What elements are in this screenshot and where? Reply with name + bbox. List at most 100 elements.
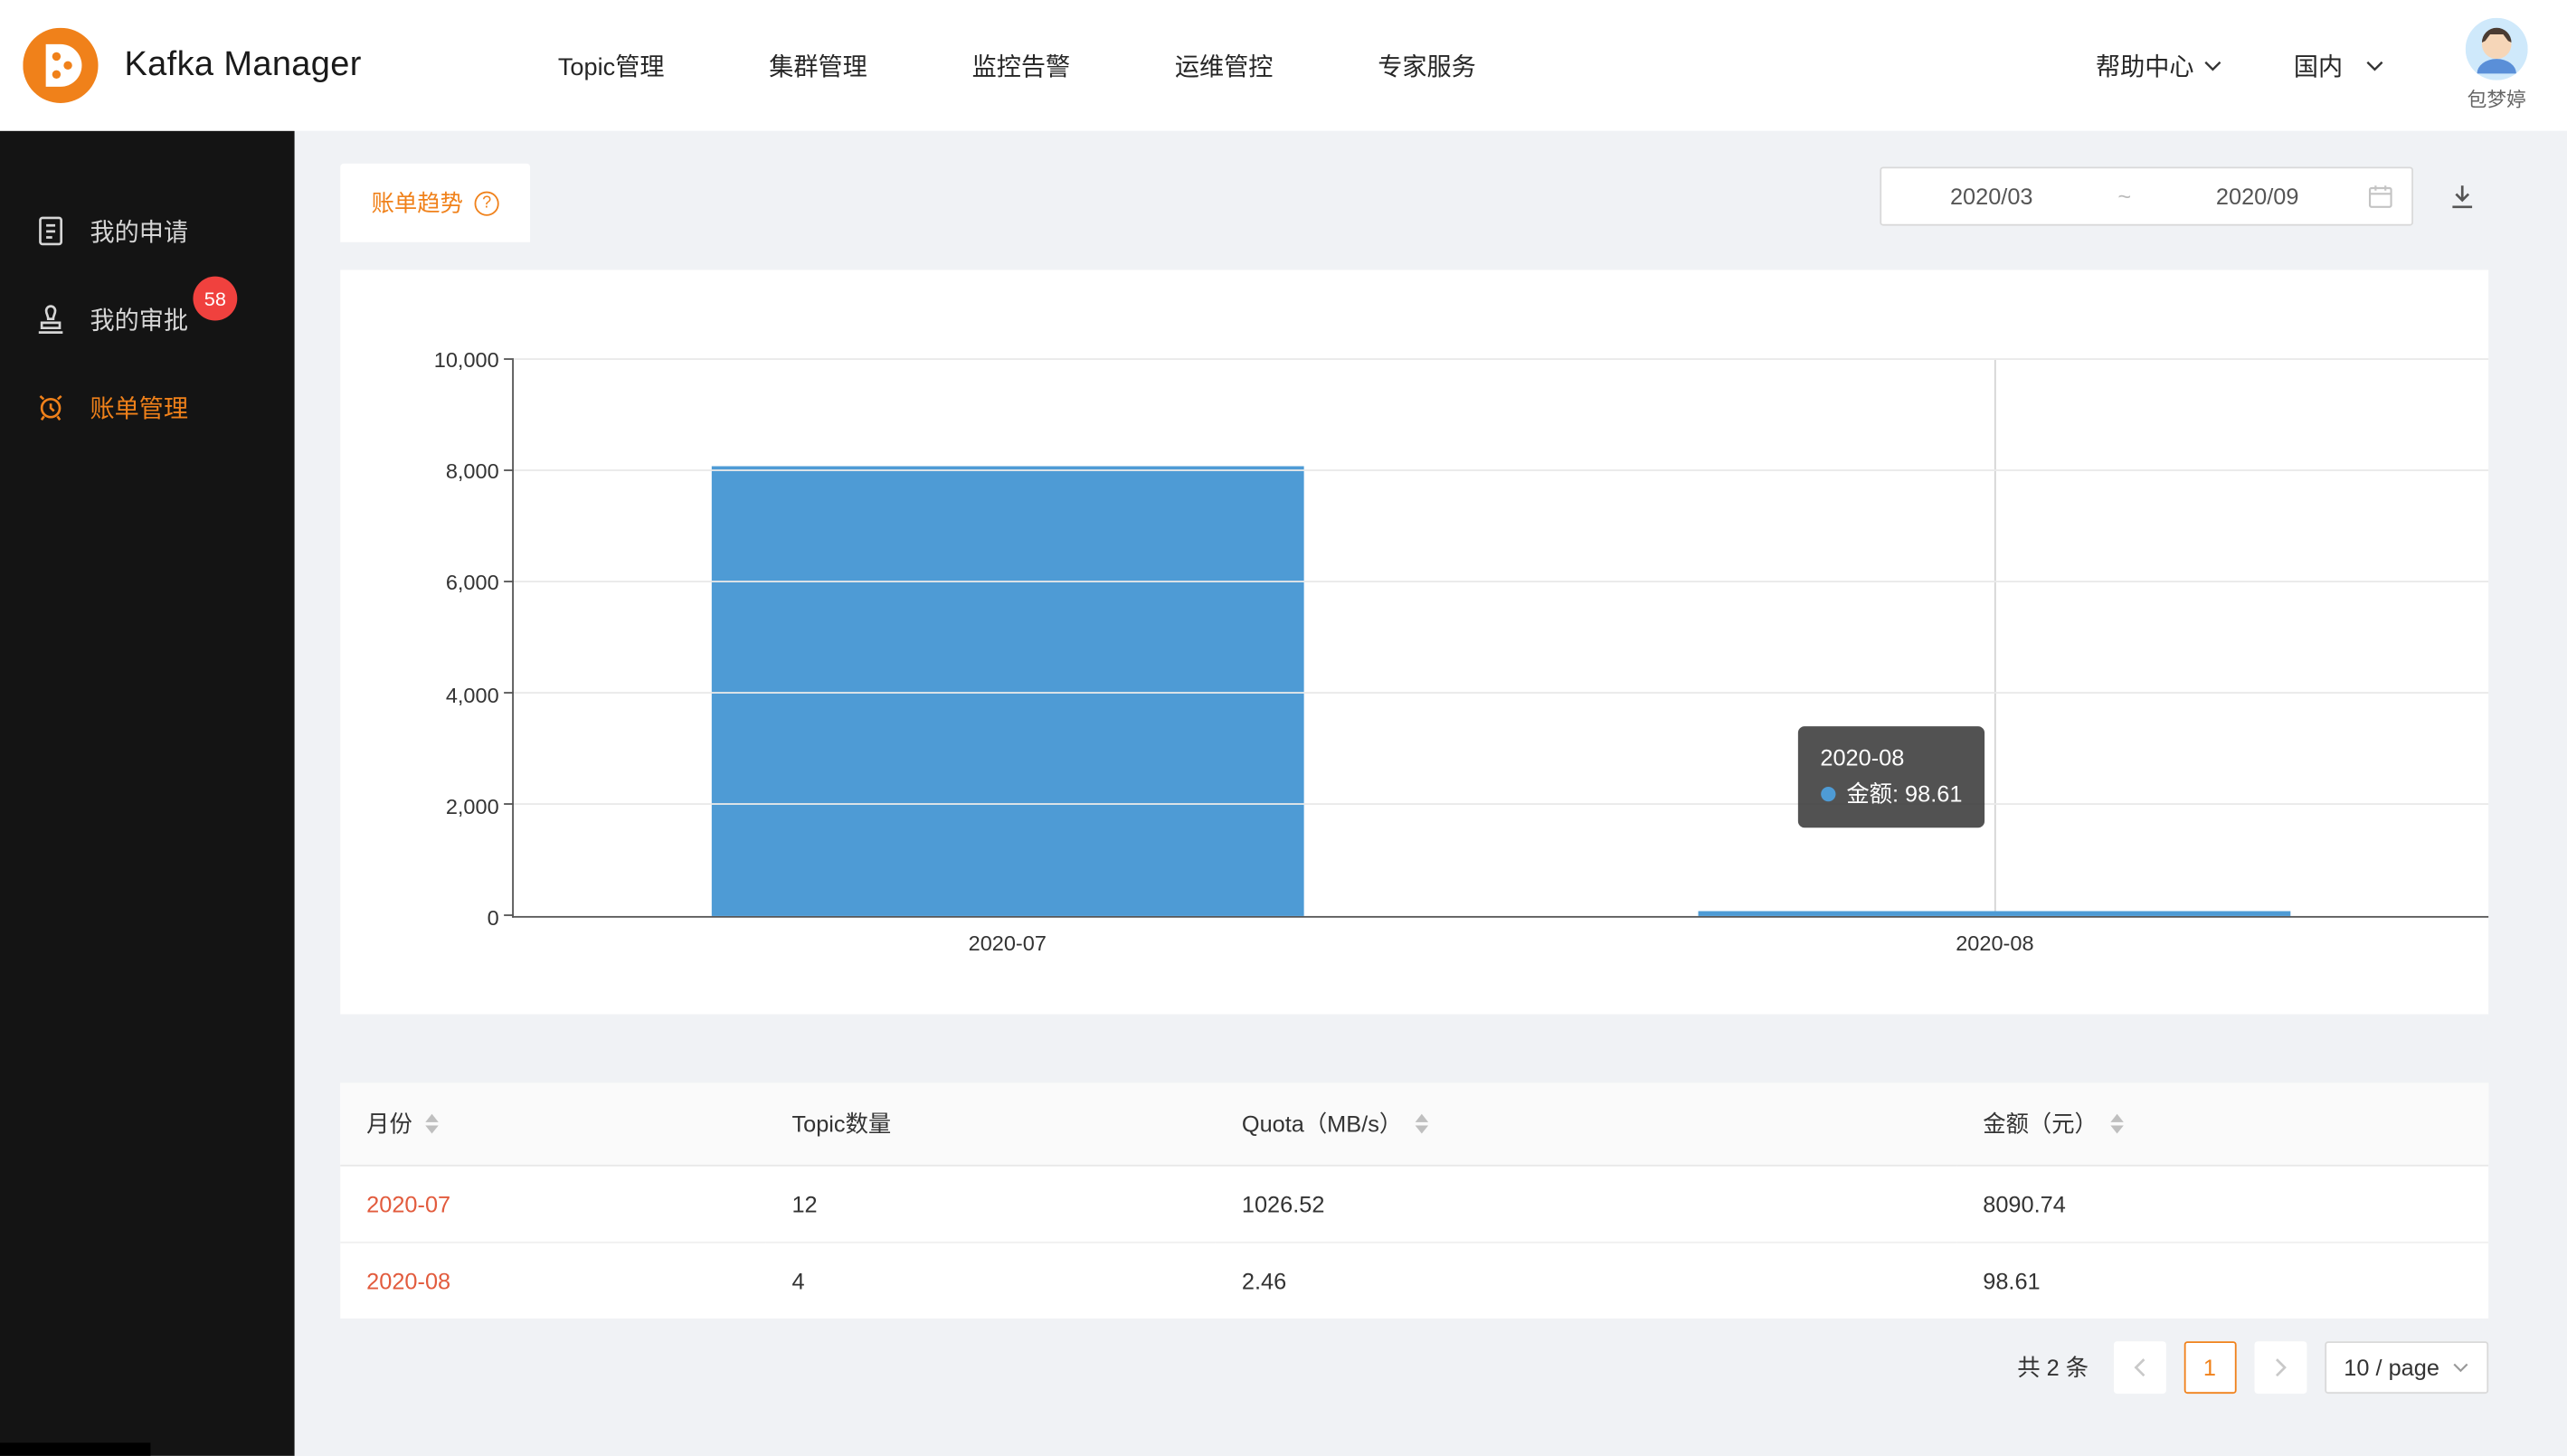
sidebar-item-billing-management[interactable]: 账单管理: [0, 364, 295, 452]
next-page-button[interactable]: [2254, 1341, 2307, 1394]
amount-cell: 98.61: [1956, 1243, 2488, 1319]
app-title: Kafka Manager: [124, 46, 361, 85]
nav-ops-control[interactable]: 运维管控: [1175, 48, 1274, 82]
tab-bill-trend[interactable]: 账单趋势: [340, 164, 530, 242]
download-button[interactable]: [2436, 170, 2488, 222]
y-tick-mark: [504, 581, 514, 582]
column-header-topic-count: Topic数量: [766, 1083, 1216, 1165]
kafka-manager-app: Kafka Manager Topic管理 集群管理 监控告警 运维管控 专家服…: [0, 0, 2567, 1456]
main-content: 账单趋势 2020/03 ~ 2020/09 0 2,000 4,000 6,000 8…: [295, 131, 2567, 1456]
tab-label: 账单趋势: [372, 186, 463, 219]
sidebar: 我的申请 我的审批 58 账单管理: [0, 131, 295, 1456]
column-header-quota[interactable]: Quota（MB/s）: [1216, 1083, 1956, 1165]
sidebar-item-my-approvals[interactable]: 我的审批 58: [0, 275, 295, 364]
bill-trend-chart-card: 02,0004,0006,0008,00010,000 2020-072020-…: [340, 269, 2488, 1014]
month-link[interactable]: 2020-07: [366, 1191, 450, 1217]
avatar: [2466, 18, 2528, 80]
column-header-month[interactable]: 月份: [340, 1083, 765, 1165]
sort-icon[interactable]: [425, 1114, 438, 1134]
quota-cell: 2.46: [1216, 1243, 1956, 1319]
help-question-icon[interactable]: [475, 191, 499, 215]
y-axis-label: 10,000: [434, 347, 499, 372]
y-axis-label: 8,000: [446, 459, 499, 484]
sidebar-item-my-applications[interactable]: 我的申请: [0, 186, 295, 275]
date-separator: ~: [2101, 184, 2147, 210]
gridline: [514, 803, 2488, 805]
topic-count-cell: 4: [766, 1243, 1216, 1319]
y-tick-mark: [504, 469, 514, 471]
region-select[interactable]: 国内: [2294, 48, 2384, 82]
table-row: 2020-08 4 2.46 98.61: [340, 1243, 2488, 1319]
sidebar-item-label: 我的申请: [90, 213, 188, 248]
y-tick-mark: [504, 803, 514, 805]
billing-icon: [33, 389, 69, 425]
gridline: [514, 358, 2488, 360]
help-center-label: 帮助中心: [2096, 48, 2194, 82]
tooltip-value: 金额: 98.61: [1846, 777, 1962, 812]
bar-2020-08[interactable]: [1699, 911, 2291, 916]
page-1-button[interactable]: 1: [2183, 1341, 2236, 1394]
help-center-link[interactable]: 帮助中心: [2096, 48, 2221, 82]
brand-logo-icon[interactable]: [23, 28, 98, 103]
y-tick-mark: [504, 914, 514, 916]
gridline: [514, 469, 2488, 471]
chart-tooltip: 2020-08 金额: 98.61: [1797, 727, 1985, 827]
top-header: Kafka Manager Topic管理 集群管理 监控告警 运维管控 专家服…: [0, 0, 2567, 131]
month-link[interactable]: 2020-08: [366, 1268, 450, 1294]
sort-icon[interactable]: [2110, 1114, 2123, 1134]
x-axis-label: 2020-08: [1501, 931, 2489, 955]
chevron-down-icon: [2452, 1363, 2468, 1373]
nav-monitor-alert[interactable]: 监控告警: [972, 48, 1071, 82]
table-header-row: 月份 Topic数量 Quota（MB/s） 金额（元）: [340, 1083, 2488, 1165]
username: 包梦婷: [2468, 85, 2526, 113]
nav-expert-service[interactable]: 专家服务: [1378, 48, 1476, 82]
page-size-value: 10 / page: [2344, 1355, 2439, 1381]
top-nav: Topic管理 集群管理 监控告警 运维管控 专家服务: [558, 48, 1476, 82]
column-header-amount[interactable]: 金额（元）: [1956, 1083, 2488, 1165]
series-dot-icon: [1820, 788, 1834, 802]
chevron-left-icon: [2133, 1357, 2145, 1377]
sort-icon[interactable]: [1416, 1114, 1428, 1134]
page-size-select[interactable]: 10 / page: [2325, 1341, 2489, 1394]
date-start[interactable]: 2020/03: [1881, 184, 2101, 210]
total-count: 共 2 条: [2017, 1351, 2089, 1384]
sidebar-bottom-bar: [0, 1442, 150, 1455]
clipboard-icon: [33, 213, 69, 249]
y-axis-label: 0: [488, 905, 499, 930]
download-icon: [2448, 182, 2477, 212]
chevron-down-icon: [2203, 60, 2221, 71]
tooltip-title: 2020-08: [1820, 742, 1962, 777]
amount-cell: 8090.74: [1956, 1166, 2488, 1243]
user-block[interactable]: 包梦婷: [2466, 18, 2528, 113]
sidebar-item-label: 账单管理: [90, 390, 188, 424]
toolbar: 账单趋势 2020/03 ~ 2020/09: [340, 164, 2488, 242]
topic-count-cell: 12: [766, 1166, 1216, 1243]
chart-category: 2020-08: [1501, 360, 2489, 916]
nav-cluster-management[interactable]: 集群管理: [769, 48, 867, 82]
y-tick-mark: [504, 692, 514, 694]
chart-y-labels: 02,0004,0006,0008,00010,000: [340, 360, 498, 918]
y-axis-label: 2,000: [446, 794, 499, 818]
y-axis-label: 6,000: [446, 571, 499, 595]
quota-cell: 1026.52: [1216, 1166, 1956, 1243]
calendar-icon: [2367, 184, 2393, 210]
sidebar-item-label: 我的审批: [90, 302, 188, 336]
stamp-icon: [33, 301, 69, 337]
pagination: 共 2 条 1 10 / page: [340, 1341, 2488, 1394]
billing-table: 月份 Topic数量 Quota（MB/s） 金额（元）: [340, 1083, 2488, 1318]
date-end[interactable]: 2020/09: [2147, 184, 2367, 210]
billing-table-card: 月份 Topic数量 Quota（MB/s） 金额（元）: [340, 1083, 2488, 1318]
nav-topic-management[interactable]: Topic管理: [558, 48, 665, 82]
date-range-picker[interactable]: 2020/03 ~ 2020/09: [1880, 166, 2413, 225]
gridline: [514, 581, 2488, 582]
chevron-right-icon: [2274, 1357, 2287, 1377]
chart-category: 2020-07: [514, 360, 1501, 916]
prev-page-button[interactable]: [2113, 1341, 2165, 1394]
x-axis-label: 2020-07: [514, 931, 1501, 955]
approvals-count-badge: 58: [193, 277, 237, 321]
gridline: [514, 692, 2488, 694]
chevron-down-icon: [2366, 60, 2384, 71]
y-axis-label: 4,000: [446, 682, 499, 706]
y-tick-mark: [504, 358, 514, 360]
chart-bars: 2020-07 2020-08: [514, 360, 2488, 916]
